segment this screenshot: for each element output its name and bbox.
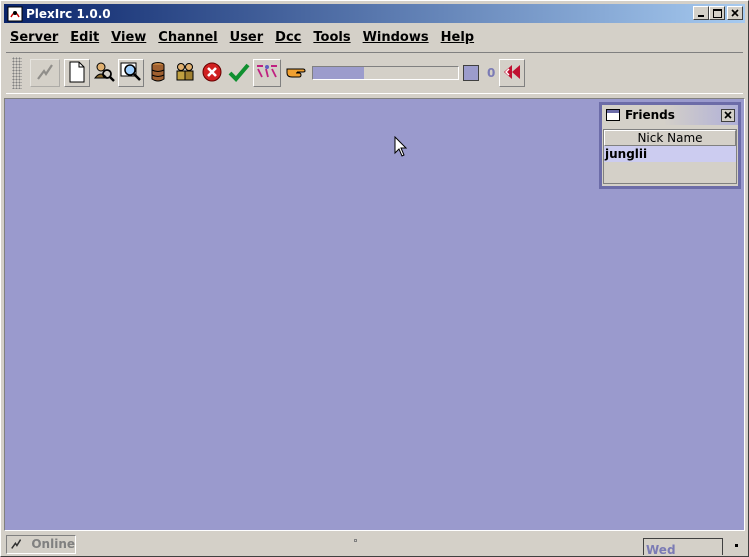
close-icon xyxy=(724,111,732,119)
counter-value: 0 xyxy=(487,66,496,80)
online-status-text: Online xyxy=(31,537,75,551)
close-button[interactable] xyxy=(727,6,743,20)
app-icon xyxy=(7,6,23,22)
progress-fill xyxy=(313,67,364,79)
stop-button[interactable] xyxy=(199,59,225,87)
point-hand-icon xyxy=(284,61,306,86)
main-window: PlexIrc 1.0.0 Server Edit View Channel U… xyxy=(0,0,749,557)
status-divider xyxy=(354,539,357,542)
menu-dcc[interactable]: Dcc xyxy=(269,27,307,47)
menu-server-label: Server xyxy=(10,29,59,45)
ignore-icon xyxy=(255,63,279,84)
users-button[interactable] xyxy=(172,59,198,87)
menu-channel[interactable]: Channel xyxy=(152,27,223,47)
menu-windows-label: Windows xyxy=(362,29,429,45)
disconnect-back-button[interactable] xyxy=(499,59,526,87)
friends-title-bar[interactable]: Friends xyxy=(602,105,738,125)
mdi-desktop[interactable]: Friends Nick Name junglii xyxy=(4,98,745,531)
toolbar: 0 xyxy=(6,52,743,94)
menu-user[interactable]: User xyxy=(224,27,270,47)
check-icon xyxy=(228,61,250,86)
window-title: PlexIrc 1.0.0 xyxy=(26,6,111,21)
menu-windows[interactable]: Windows xyxy=(357,27,435,47)
find-user-icon xyxy=(93,61,115,86)
menu-view[interactable]: View xyxy=(105,27,152,47)
database-button[interactable] xyxy=(145,59,171,87)
menu-user-label: User xyxy=(229,29,264,45)
menu-dcc-label: Dcc xyxy=(275,29,302,45)
mouse-cursor-icon xyxy=(394,135,408,161)
menu-edit[interactable]: Edit xyxy=(64,27,105,47)
progress-bar xyxy=(312,66,459,80)
new-document-icon xyxy=(67,61,87,86)
confirm-button[interactable] xyxy=(226,59,252,87)
database-icon xyxy=(147,61,169,86)
friend-row[interactable]: junglii xyxy=(604,146,736,162)
point-button[interactable] xyxy=(282,59,308,87)
status-clock: Wed 10:58AM xyxy=(643,538,723,555)
new-document-button[interactable] xyxy=(64,59,90,87)
minimize-button[interactable] xyxy=(693,6,709,20)
resize-grip[interactable] xyxy=(735,544,738,547)
menu-view-label: View xyxy=(111,29,147,45)
title-bar[interactable]: PlexIrc 1.0.0 xyxy=(4,4,745,23)
search-button[interactable] xyxy=(118,59,144,87)
toolbar-grip[interactable] xyxy=(12,57,22,89)
menu-help-label: Help xyxy=(440,29,475,45)
friends-table: Nick Name junglii xyxy=(603,129,737,184)
menu-tools[interactable]: Tools xyxy=(307,27,356,47)
find-user-button[interactable] xyxy=(91,59,117,87)
progress-indicator xyxy=(463,65,479,81)
window-icon xyxy=(606,109,620,121)
menu-help[interactable]: Help xyxy=(435,27,480,47)
online-status: Online xyxy=(6,534,76,554)
ignore-button[interactable] xyxy=(253,59,281,87)
menu-tools-label: Tools xyxy=(313,29,351,45)
friends-window[interactable]: Friends Nick Name junglii xyxy=(599,102,741,189)
search-icon xyxy=(120,61,142,86)
menu-channel-label: Channel xyxy=(158,29,218,45)
status-bar: Online Wed 10:58AM xyxy=(4,533,745,555)
friends-close-button[interactable] xyxy=(721,108,735,122)
connection-icon xyxy=(11,539,22,549)
connect-button[interactable] xyxy=(30,59,60,87)
menu-edit-label: Edit xyxy=(70,29,100,45)
disconnect-back-icon xyxy=(501,63,523,84)
menu-server[interactable]: Server xyxy=(4,27,64,47)
column-header-nick-name[interactable]: Nick Name xyxy=(604,130,736,146)
users-icon xyxy=(174,61,196,86)
menu-bar: Server Edit View Channel User Dcc Tools … xyxy=(4,26,745,48)
stop-icon xyxy=(201,61,223,86)
friends-title: Friends xyxy=(625,108,675,122)
connect-icon xyxy=(36,63,54,84)
maximize-button[interactable] xyxy=(709,6,725,20)
